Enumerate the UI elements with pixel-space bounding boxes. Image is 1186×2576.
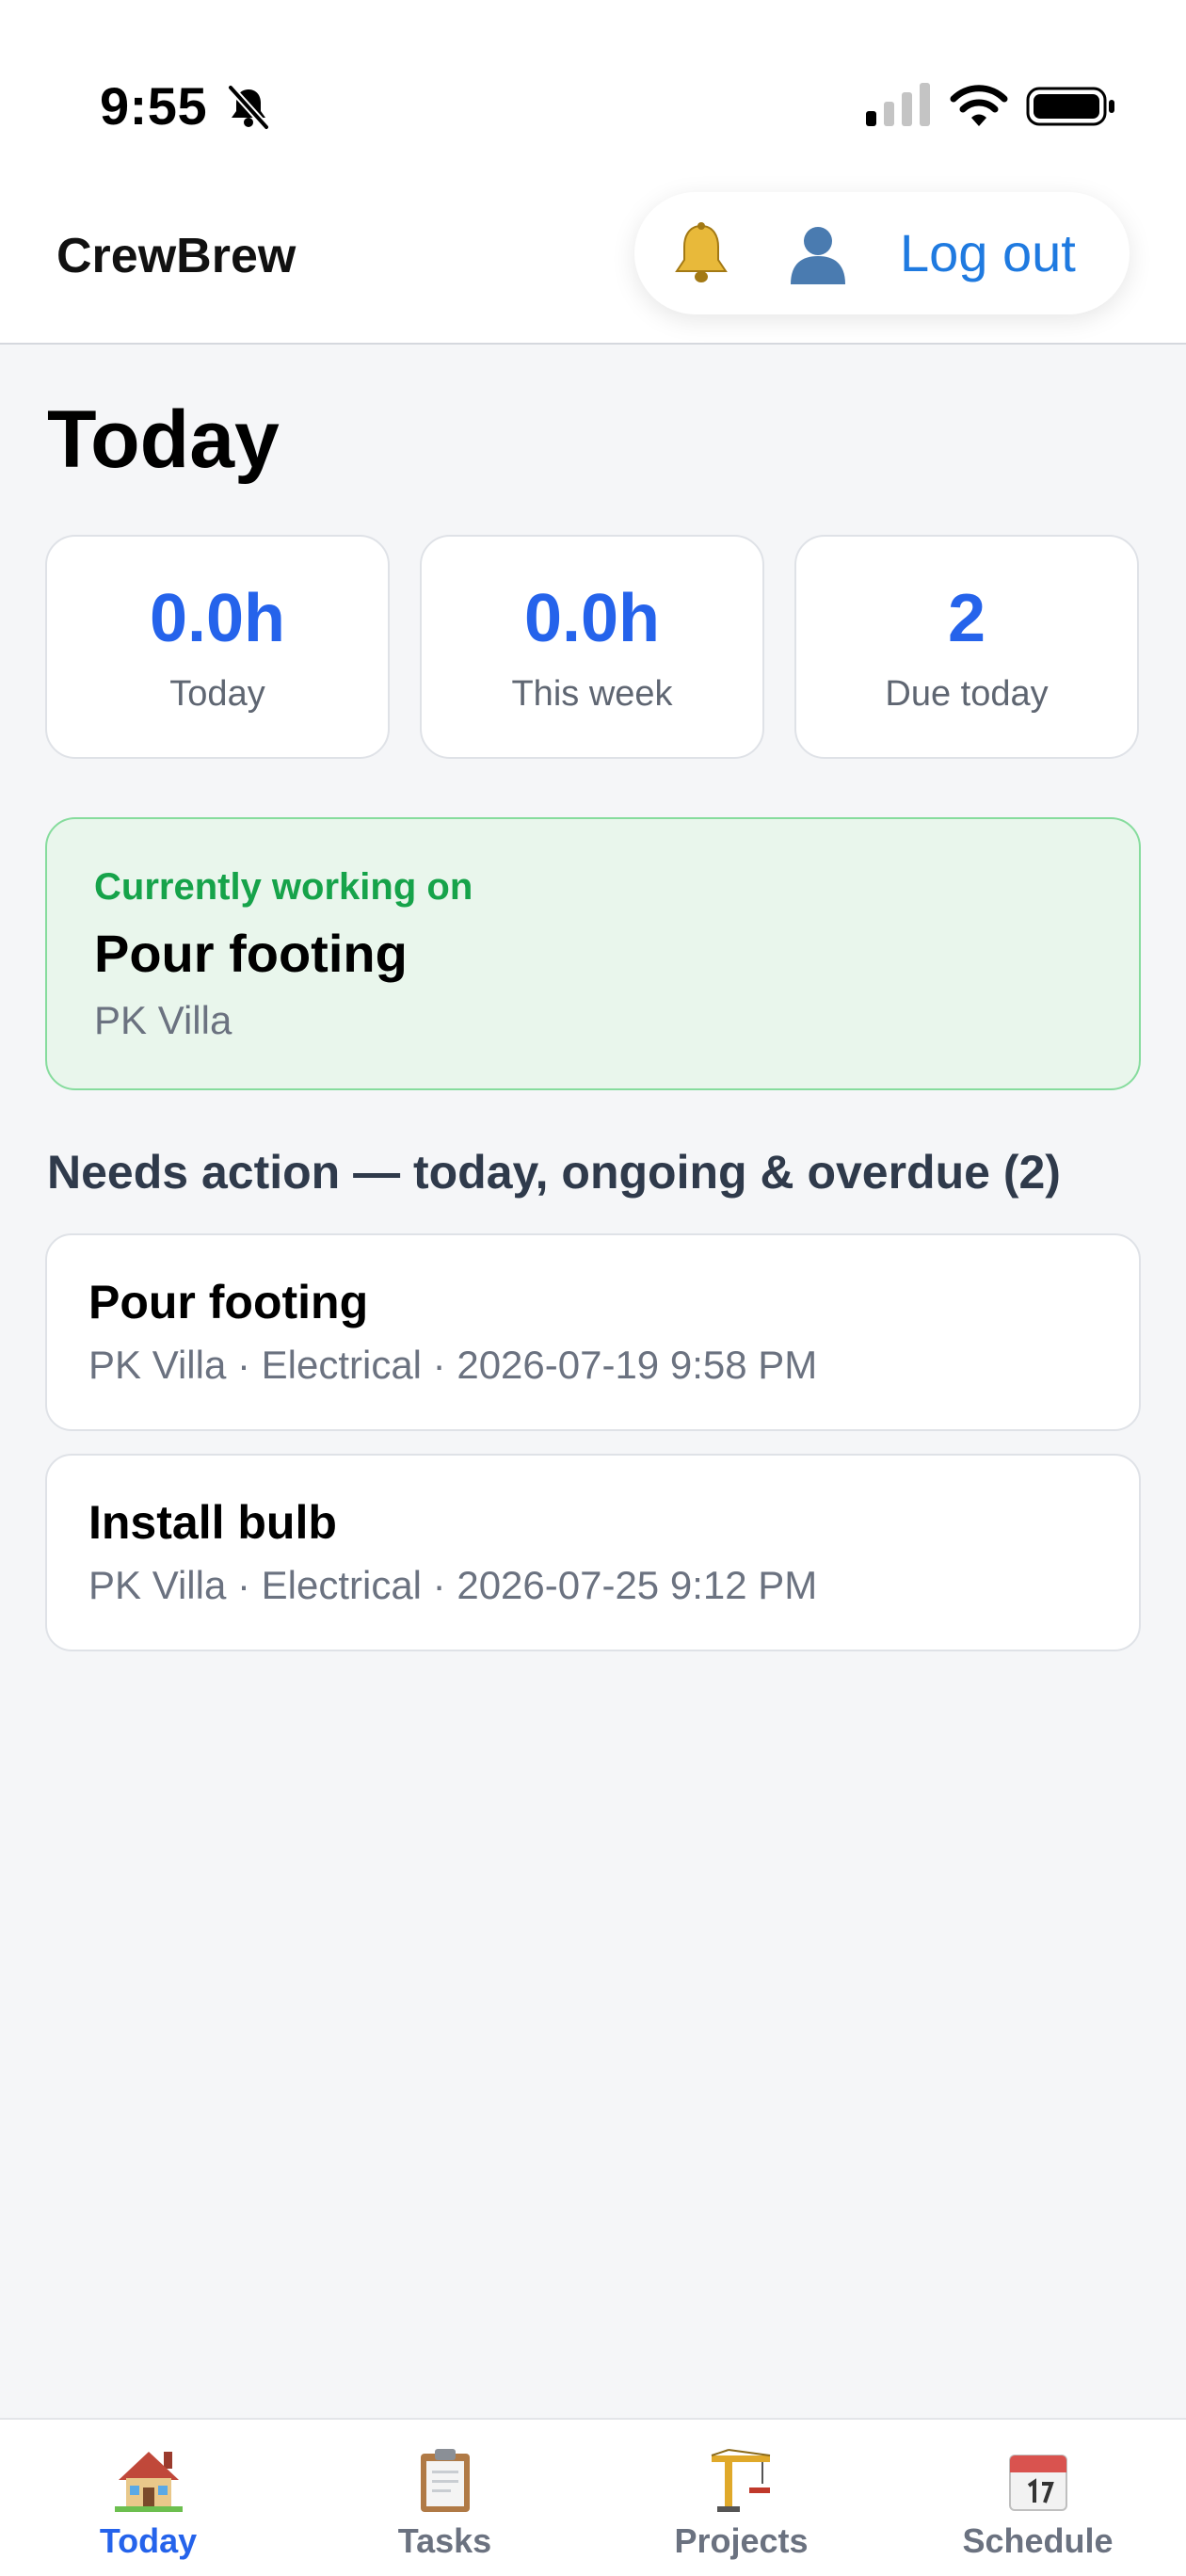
crane-icon [711, 2449, 771, 2512]
task-meta: PK Villa · Electrical · 2026-07-19 9:58 … [88, 1343, 818, 1387]
stat-card-today: 0.0h Today [45, 535, 390, 759]
app-header: CrewBrew Log out [0, 179, 1186, 345]
tab-tasks[interactable]: Tasks [296, 2420, 593, 2576]
bell-slash-icon [227, 84, 270, 131]
task-card[interactable]: Pour footing PK Villa · Electrical · 202… [45, 1233, 1141, 1431]
current-task-project: PK Villa [94, 998, 232, 1042]
today-screen: 9:55 CrewBrew Log out Today 0.0h Today 0… [0, 0, 1186, 2576]
tab-projects[interactable]: Projects [593, 2420, 890, 2576]
current-task-card[interactable]: Currently working on Pour footing PK Vil… [45, 817, 1141, 1090]
tab-today[interactable]: Today [0, 2420, 296, 2576]
user-icon[interactable] [785, 220, 851, 286]
tab-label: Schedule [962, 2521, 1114, 2560]
header-actions: Log out [634, 192, 1130, 314]
status-bar: 9:55 [0, 0, 1186, 188]
tab-schedule[interactable]: Schedule [890, 2420, 1186, 2576]
status-time: 9:55 [100, 76, 208, 136]
page-title: Today [47, 394, 280, 485]
cellular-signal-icon [866, 83, 930, 126]
stat-value: 2 [947, 581, 986, 656]
needs-action-heading: Needs action — today, ongoing & overdue … [47, 1146, 1061, 1199]
stat-value: 0.0h [149, 581, 286, 656]
bell-icon[interactable] [668, 220, 734, 286]
tab-label: Today [99, 2521, 198, 2560]
tab-bar: Today Tasks Projects Schedule [0, 2418, 1186, 2576]
logout-button[interactable]: Log out [900, 222, 1076, 283]
stat-label: Today [169, 674, 265, 714]
current-task-kicker: Currently working on [94, 866, 473, 908]
stat-label: Due today [885, 674, 1049, 714]
task-meta: PK Villa · Electrical · 2026-07-25 9:12 … [88, 1563, 818, 1607]
calendar-icon [1009, 2455, 1067, 2511]
house-icon [115, 2452, 183, 2512]
stat-card-this-week: 0.0h This week [420, 535, 764, 759]
tab-label: Tasks [397, 2521, 492, 2560]
stat-value: 0.0h [523, 581, 661, 656]
app-brand: CrewBrew [56, 229, 296, 283]
task-title: Pour footing [88, 1276, 369, 1328]
current-task-title: Pour footing [94, 924, 408, 983]
battery-icon [1026, 87, 1114, 126]
task-title: Install bulb [88, 1496, 337, 1549]
stat-card-due-today: 2 Due today [794, 535, 1139, 759]
clipboard-icon [421, 2449, 470, 2512]
wifi-icon [950, 85, 1008, 126]
task-card[interactable]: Install bulb PK Villa · Electrical · 202… [45, 1454, 1141, 1651]
tab-label: Projects [674, 2521, 809, 2560]
stat-label: This week [511, 674, 673, 714]
